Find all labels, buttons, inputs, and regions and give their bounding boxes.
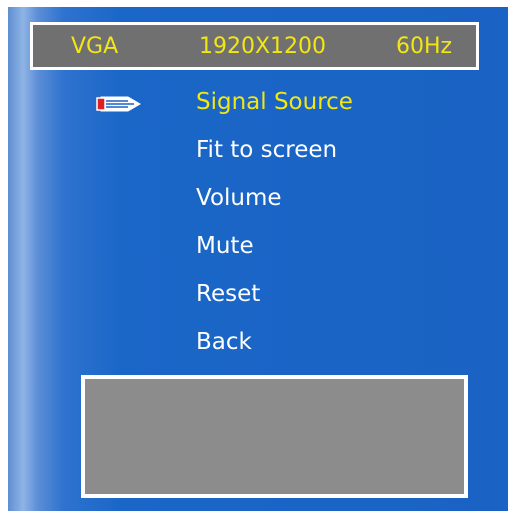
menu-item-signal-source[interactable]: Signal Source	[196, 87, 353, 117]
pencil-pointer-icon	[96, 96, 141, 112]
menu-item-back[interactable]: Back	[196, 327, 252, 357]
info-display-box	[81, 375, 468, 498]
osd-menu-panel: VGA 1920X1200 60Hz Signal Source Fit to …	[8, 7, 508, 511]
signal-status-bar: VGA 1920X1200 60Hz	[30, 22, 479, 70]
input-source-label: VGA	[71, 34, 119, 59]
resolution-label: 1920X1200	[199, 34, 327, 59]
menu-item-fit-to-screen[interactable]: Fit to screen	[196, 135, 337, 165]
menu-item-mute[interactable]: Mute	[196, 231, 254, 261]
menu-item-volume[interactable]: Volume	[196, 183, 282, 213]
menu-item-reset[interactable]: Reset	[196, 279, 260, 309]
refresh-rate-label: 60Hz	[396, 34, 453, 59]
